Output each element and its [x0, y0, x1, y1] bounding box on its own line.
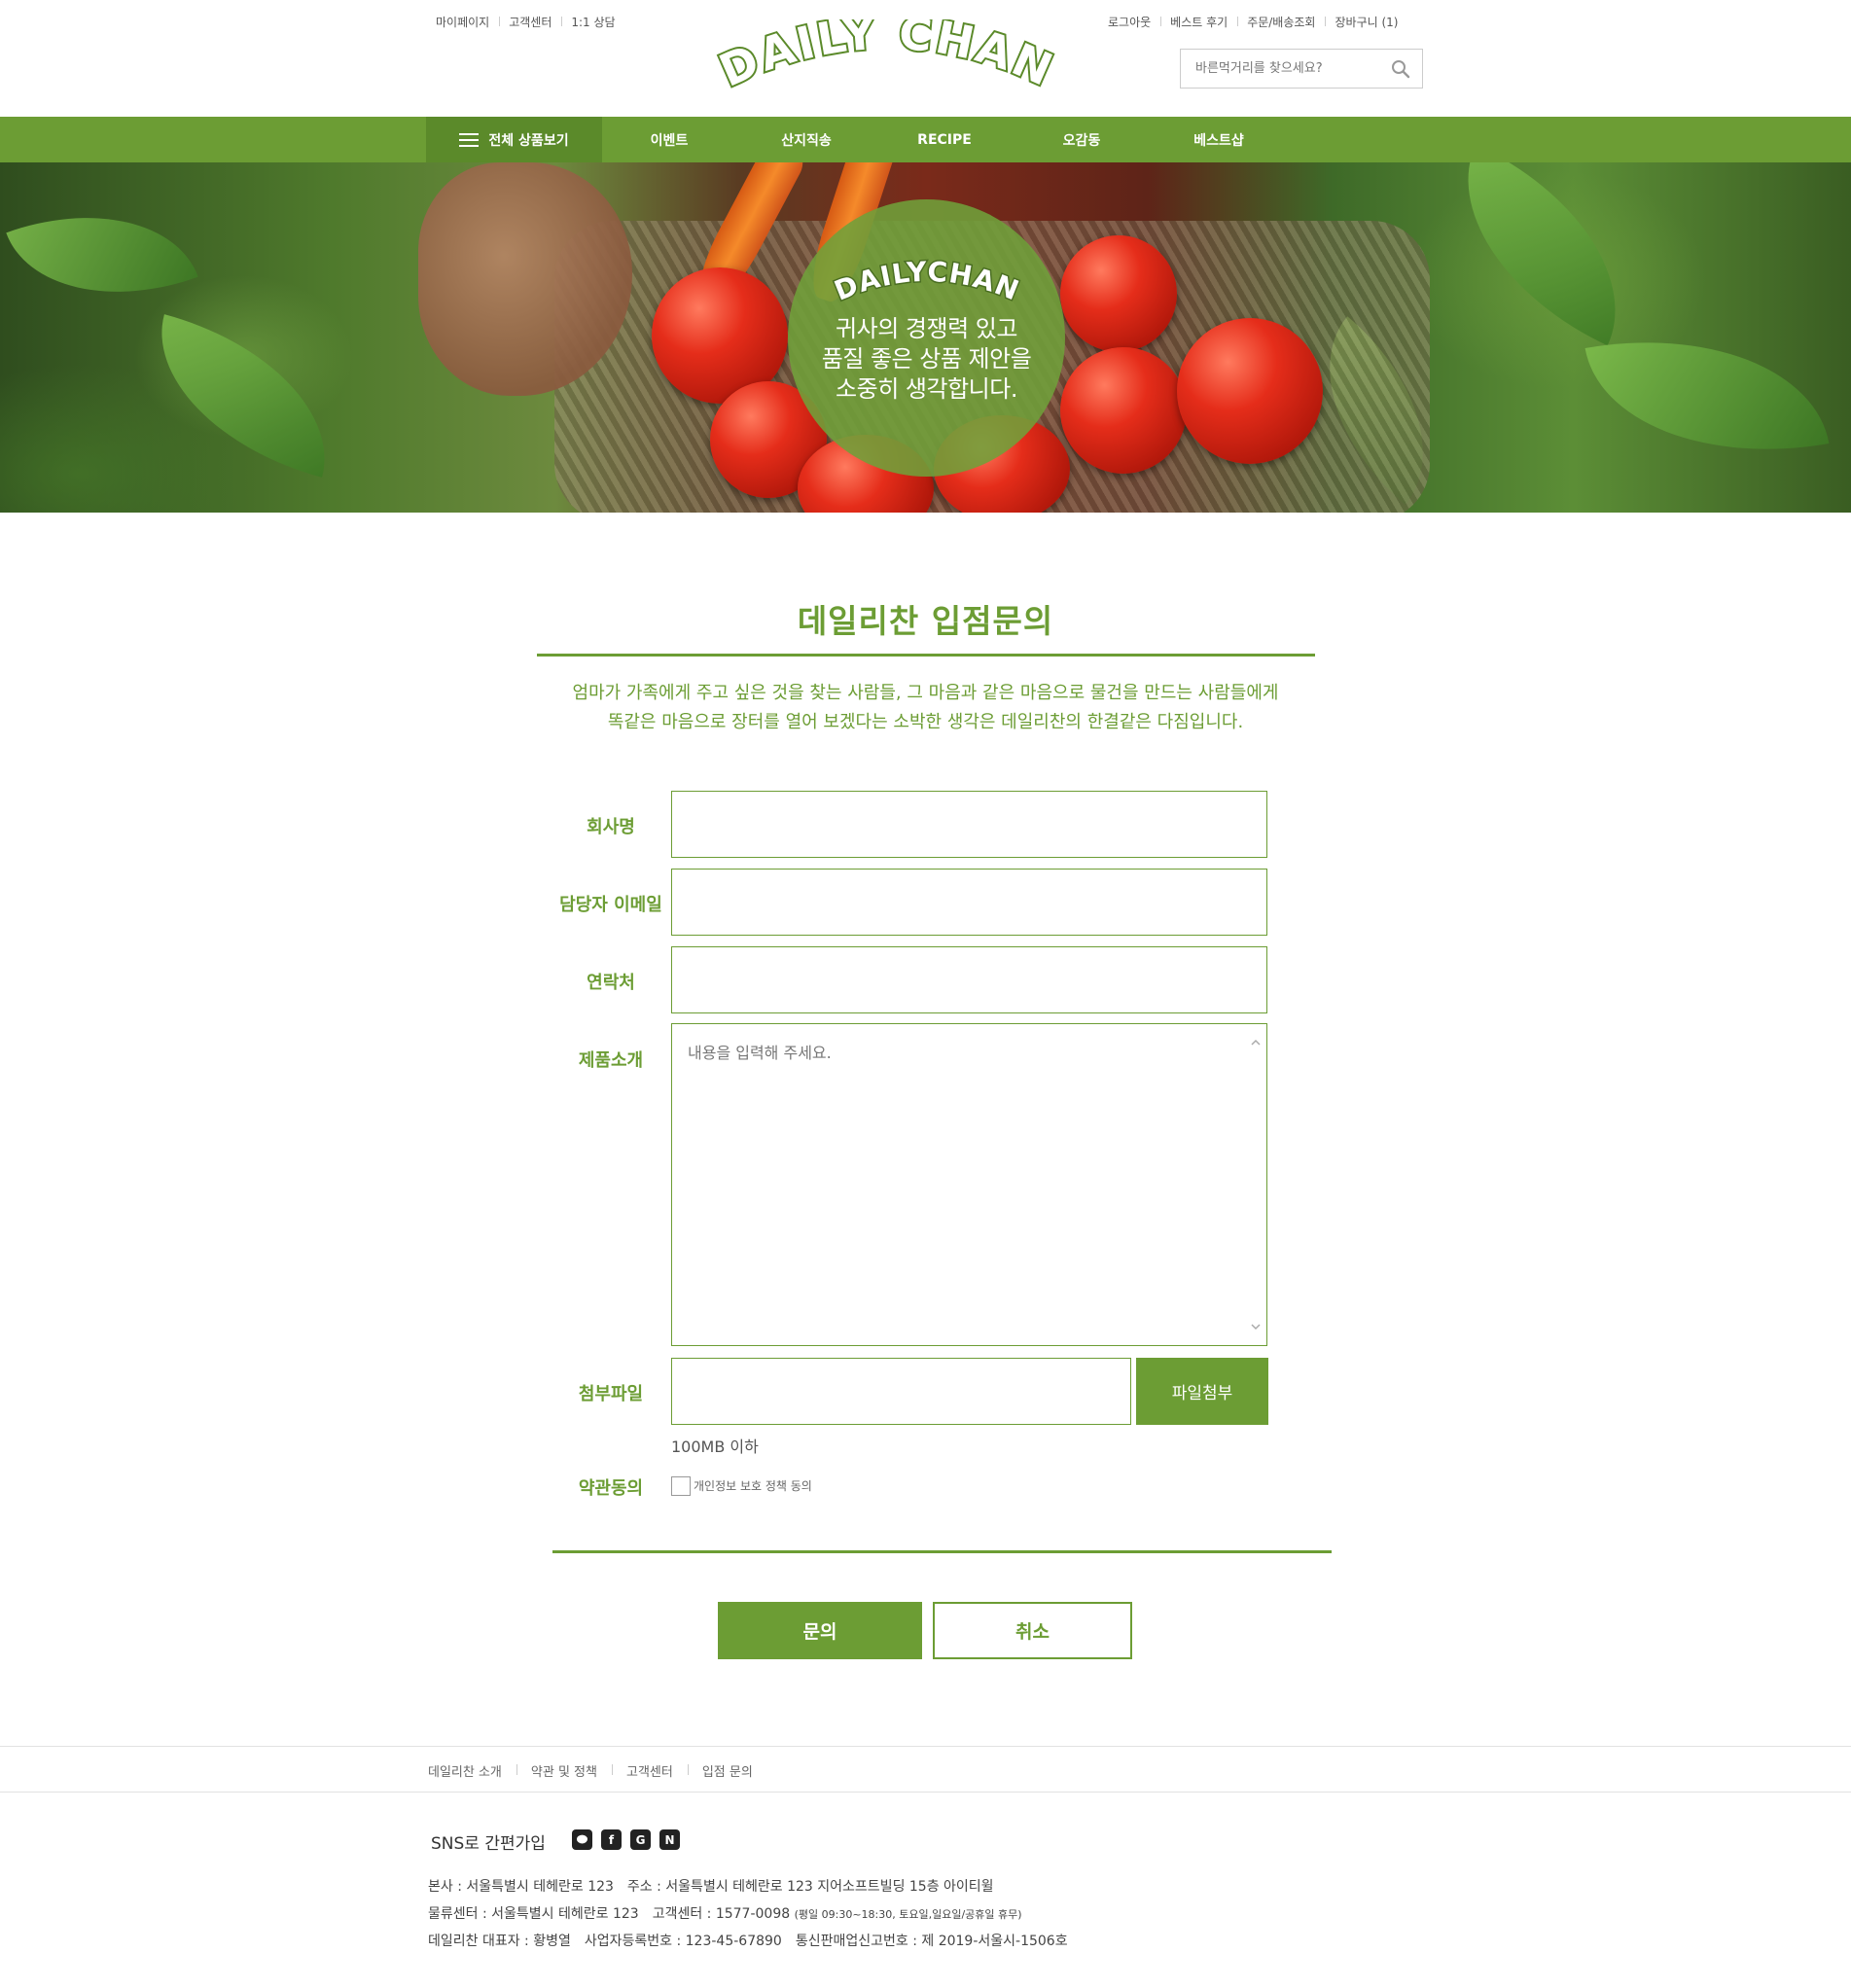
product-intro-textarea[interactable]: 내용을 입력해 주세요.	[671, 1023, 1267, 1346]
hero-line-1: 귀사의 경쟁력 있고	[836, 315, 1017, 342]
attach-file-button[interactable]: 파일첨부	[1136, 1358, 1268, 1425]
intro-line-2: 똑같은 마음으로 장터를 열어 보겠다는 소박한 생각은 데일리찬의 한결같은 …	[607, 712, 1244, 732]
footer-info-line-3: 데일리찬 대표자 : 황병열 사업자등록번호 : 123-45-67890 통신판매…	[428, 1931, 1068, 1950]
footer-divider-bottom	[0, 1792, 1851, 1793]
svg-text:DAILY CHAN: DAILY CHAN	[712, 19, 1063, 97]
footer-link-store-inquiry[interactable]: 입점 문의	[687, 1761, 767, 1780]
privacy-agree-checkbox[interactable]	[671, 1476, 691, 1496]
privacy-agree-text[interactable]: 개인정보 보호 정책 동의	[694, 1477, 812, 1494]
email-label: 담당자 이메일	[559, 895, 662, 915]
contact-input[interactable]	[671, 946, 1267, 1013]
footer-ceo: 데일리찬 대표자 : 황병열	[428, 1934, 571, 1949]
nav-item-recipe[interactable]: RECIPE	[917, 117, 972, 162]
footer-info-line-1: 본사 : 서울특별시 테헤란로 123 주소 : 서울특별시 테헤란로 123 지…	[428, 1876, 994, 1896]
util-one-on-one-link[interactable]: 1:1 상담	[561, 14, 624, 30]
page-title: 데일리찬 입점문의	[797, 602, 1054, 640]
tomato-shape	[1177, 318, 1323, 464]
site-logo[interactable]: DAILY CHAN	[704, 19, 1070, 103]
hero-logo-text: DAILYCHAN	[828, 256, 1024, 308]
search-box	[1180, 49, 1423, 89]
search-input[interactable]	[1181, 50, 1375, 88]
attachment-label: 첨부파일	[578, 1384, 644, 1404]
svg-text:DAILYCHAN: DAILYCHAN	[830, 256, 1024, 307]
footer-info-line-2: 물류센터 : 서울특별시 테헤란로 123 고객센터 : 1577-0098 (평…	[428, 1903, 1022, 1923]
email-input[interactable]	[671, 869, 1267, 936]
talk-icon[interactable]	[572, 1829, 592, 1850]
company-name-input[interactable]	[671, 791, 1267, 858]
footer-address: 주소 : 서울특별시 테헤란로 123 지어소프트빌딩 15층 아이티윌	[626, 1879, 994, 1895]
nav-item-ogamdong[interactable]: 오감동	[1063, 117, 1101, 162]
nav-item-direct-delivery[interactable]: 산지직송	[781, 117, 832, 162]
footer-mail-order: 통신판매업신고번호 : 제 2019-서울시-1506호	[795, 1934, 1068, 1949]
footer-hq: 본사 : 서울특별시 테헤란로 123	[428, 1879, 614, 1895]
sns-icons: f G N	[572, 1829, 680, 1850]
footer-biz-no: 사업자등록번호 : 123-45-67890	[584, 1934, 782, 1949]
scroll-up-icon[interactable]	[1251, 1038, 1261, 1047]
sns-signup-title: SNS로 간편가입	[431, 1834, 546, 1854]
util-cart-link[interactable]: 장바구니 (1)	[1325, 14, 1407, 30]
util-order-tracking-link[interactable]: 주문/배송조회	[1237, 14, 1325, 30]
all-products-label: 전체 상품보기	[488, 132, 569, 149]
util-best-review-link[interactable]: 베스트 후기	[1160, 14, 1237, 30]
terms-agree-label: 약관동의	[578, 1478, 644, 1499]
naver-icon[interactable]: N	[659, 1829, 680, 1850]
util-logout-link[interactable]: 로그아웃	[1108, 14, 1160, 30]
nav-item-best-shop[interactable]: 베스트샵	[1193, 117, 1244, 162]
intro-line-1: 엄마가 가족에게 주고 싶은 것을 찾는 사람들, 그 마음과 같은 마음으로 …	[572, 683, 1279, 703]
search-icon[interactable]	[1391, 59, 1410, 79]
attachment-size-hint: 100MB 이하	[671, 1438, 759, 1456]
facebook-icon[interactable]: f	[601, 1829, 622, 1850]
hamburger-icon	[459, 132, 480, 147]
footer-logistics: 물류센터 : 서울특별시 테헤란로 123	[428, 1906, 639, 1922]
footer-links: 데일리찬 소개 약관 및 정책 고객센터 입점 문의	[428, 1761, 767, 1780]
hero-line-3: 소중히 생각합니다.	[836, 375, 1017, 403]
title-divider	[537, 654, 1315, 657]
util-customer-center-link[interactable]: 고객센터	[499, 14, 561, 30]
textarea-placeholder: 내용을 입력해 주세요.	[688, 1044, 832, 1062]
cancel-button[interactable]: 취소	[933, 1602, 1132, 1659]
attachment-filename-field[interactable]	[671, 1358, 1131, 1425]
hero-message-circle: DAILYCHAN 귀사의 경쟁력 있고 품질 좋은 상품 제안을 소중히 생각…	[788, 199, 1065, 477]
scroll-down-icon[interactable]	[1251, 1322, 1261, 1331]
leaf-shape	[6, 176, 198, 334]
util-mypage-link[interactable]: 마이페이지	[436, 14, 499, 30]
form-bottom-divider	[552, 1550, 1332, 1553]
submit-inquiry-button[interactable]: 문의	[718, 1602, 922, 1659]
intro-text: 엄마가 가족에게 주고 싶은 것을 찾는 사람들, 그 마음과 같은 마음으로 …	[0, 679, 1851, 737]
google-icon[interactable]: G	[630, 1829, 651, 1850]
leaf-shape	[1422, 162, 1661, 346]
footer-link-customer-center[interactable]: 고객센터	[611, 1761, 688, 1780]
all-products-button[interactable]: 전체 상품보기	[426, 117, 602, 162]
logo-text: DAILY CHAN	[710, 19, 1062, 99]
company-name-label: 회사명	[587, 817, 635, 837]
top-header: 마이페이지 고객센터 1:1 상담 DAILY CHAN 로그아웃 베스트 후기…	[0, 0, 1851, 117]
leaf-shape	[1584, 309, 1830, 482]
contact-label: 연락처	[587, 973, 635, 993]
footer-link-about[interactable]: 데일리찬 소개	[428, 1761, 516, 1780]
main-nav: 전체 상품보기 이벤트 산지직송 RECIPE 오감동 베스트샵	[0, 117, 1851, 162]
footer-divider-top	[0, 1746, 1851, 1747]
hero-logo: DAILYCHAN	[828, 256, 1024, 308]
footer-link-terms[interactable]: 약관 및 정책	[516, 1761, 612, 1780]
hero-banner: DAILYCHAN 귀사의 경쟁력 있고 품질 좋은 상품 제안을 소중히 생각…	[0, 162, 1851, 513]
product-intro-label: 제품소개	[578, 1050, 644, 1071]
leaf-shape	[133, 314, 353, 478]
footer-cs-phone: 고객센터 : 1577-0098	[652, 1906, 791, 1922]
tomato-shape	[1060, 347, 1187, 474]
hero-line-2: 품질 좋은 상품 제안을	[821, 345, 1032, 373]
tomato-shape	[1060, 235, 1177, 352]
util-nav-left: 마이페이지 고객센터 1:1 상담	[436, 14, 625, 30]
nav-item-event[interactable]: 이벤트	[651, 117, 689, 162]
footer-cs-hours: (평일 09:30~18:30, 토요일,일요일/공휴일 휴무)	[794, 1908, 1022, 1921]
util-nav-right: 로그아웃 베스트 후기 주문/배송조회 장바구니 (1)	[1108, 14, 1407, 30]
